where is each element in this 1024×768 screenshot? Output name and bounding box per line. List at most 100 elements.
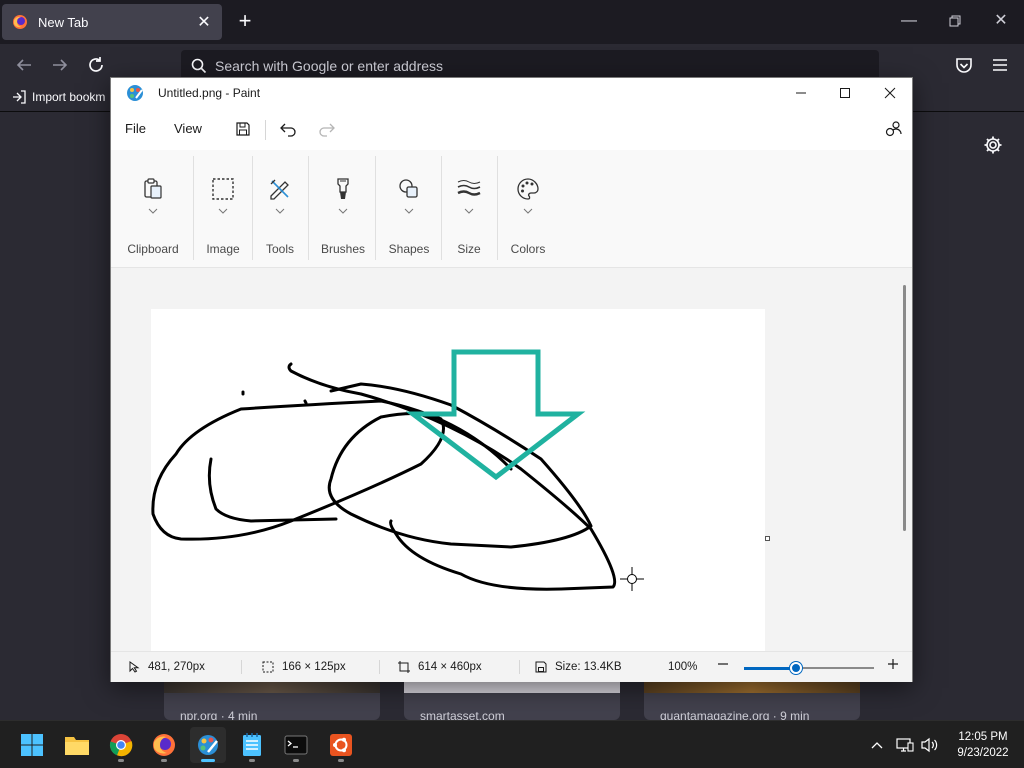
cursor-position: 481, 270px	[129, 661, 205, 673]
save-icon[interactable]	[232, 118, 254, 140]
palette-icon	[517, 178, 539, 200]
chevron-down-icon	[464, 208, 474, 214]
tile-caption: npr.org · 4 min	[180, 709, 258, 720]
drawing-canvas[interactable]	[151, 309, 765, 651]
running-indicator	[161, 759, 167, 762]
url-placeholder: Search with Google or enter address	[215, 58, 444, 74]
network-icon[interactable]	[895, 735, 915, 755]
chevron-down-icon	[148, 208, 158, 214]
ribbon-group-brushes[interactable]: Brushes	[313, 150, 373, 268]
chevron-up-icon	[871, 742, 883, 749]
paint-minimize-icon[interactable]	[778, 78, 824, 108]
close-window-icon[interactable]: ✕	[990, 10, 1012, 32]
new-tab-button[interactable]: +	[234, 10, 256, 32]
system-clock[interactable]: 12:05 PM 9/23/2022	[948, 729, 1018, 761]
canvas-size-icon	[398, 661, 410, 673]
taskbar-ubuntu[interactable]	[323, 727, 359, 763]
ribbon-group-clipboard[interactable]: Clipboard	[121, 150, 185, 268]
selection-size-icon	[262, 661, 274, 673]
view-menu[interactable]: View	[174, 121, 202, 136]
paint-titlebar[interactable]: Untitled.png - Paint	[111, 78, 912, 108]
restore-icon[interactable]	[944, 10, 966, 32]
zoom-level: 100%	[668, 661, 697, 673]
stroke-size-icon	[457, 180, 481, 196]
vertical-scrollbar[interactable]	[903, 285, 906, 531]
import-bookmarks-label: Import bookm	[32, 90, 106, 104]
zoom-out-button[interactable]	[717, 658, 737, 670]
top-site-tile-3[interactable]: quantamagazine.org · 9 min	[644, 681, 860, 720]
forward-icon[interactable]	[49, 54, 71, 76]
taskbar-chrome[interactable]	[103, 727, 139, 763]
pointer-icon	[129, 661, 140, 673]
ribbon-group-image[interactable]: Image	[195, 150, 251, 268]
toolbar-separator	[265, 120, 266, 140]
canvas-drawing	[151, 349, 644, 591]
top-site-tile-2[interactable]: smartasset.com	[404, 681, 620, 720]
tile-thumbnail	[164, 681, 380, 693]
back-icon[interactable]	[13, 54, 35, 76]
tile-thumbnail	[644, 681, 860, 693]
firefox-icon	[153, 734, 175, 756]
ribbon-separator	[441, 156, 442, 260]
notepad-icon	[243, 733, 261, 756]
zoom-slider-thumb[interactable]	[790, 662, 802, 674]
zoom-slider[interactable]	[744, 662, 874, 674]
import-icon	[13, 90, 26, 104]
zoom-level-value: 100%	[668, 661, 698, 673]
ribbon-group-shapes[interactable]: Shapes	[379, 150, 439, 268]
chevron-down-icon	[275, 208, 285, 214]
paint-close-icon[interactable]	[867, 78, 913, 108]
ribbon-group-colors[interactable]: Colors	[501, 150, 555, 268]
gear-icon[interactable]	[983, 135, 1003, 155]
taskbar-paint[interactable]	[190, 727, 226, 763]
running-indicator	[118, 759, 124, 762]
browser-tab-strip: New Tab ✕ + — ✕	[0, 0, 1024, 44]
undo-icon[interactable]	[277, 118, 299, 140]
firefox-icon	[13, 15, 27, 29]
paint-ribbon: Clipboard Image Tools Brushes Shapes Siz…	[111, 150, 912, 268]
ribbon-label: Image	[206, 242, 240, 256]
volume-icon[interactable]	[919, 735, 939, 755]
redo-icon[interactable]	[316, 118, 338, 140]
taskbar-file-explorer[interactable]	[59, 727, 95, 763]
zoom-in-button[interactable]	[887, 658, 907, 670]
canvas-size-value: 614 × 460px	[418, 661, 482, 673]
paint-window-title: Untitled.png - Paint	[158, 86, 261, 100]
ribbon-group-size[interactable]: Size	[443, 150, 495, 268]
import-bookmarks-link[interactable]: Import bookm	[12, 90, 105, 104]
ribbon-separator	[497, 156, 498, 260]
paint-maximize-icon[interactable]	[822, 78, 868, 108]
pocket-icon[interactable]	[953, 54, 975, 76]
minus-icon	[718, 663, 728, 665]
status-separator	[241, 660, 242, 674]
selection-size-value: 166 × 125px	[282, 661, 346, 673]
ribbon-separator	[308, 156, 309, 260]
top-site-tile-1[interactable]: npr.org · 4 min	[164, 681, 380, 720]
selection-icon	[212, 178, 234, 200]
canvas-resize-handle[interactable]	[765, 536, 770, 541]
paint-statusbar: 481, 270px 166 × 125px 614 × 460px Size:…	[111, 651, 912, 682]
ribbon-separator	[375, 156, 376, 260]
ubuntu-icon	[330, 734, 352, 756]
clock-date: 9/23/2022	[957, 747, 1009, 759]
start-button[interactable]	[14, 727, 50, 763]
taskbar-notepad[interactable]	[234, 727, 270, 763]
file-explorer-icon	[65, 737, 89, 755]
taskbar-firefox[interactable]	[146, 727, 182, 763]
file-menu[interactable]: File	[125, 121, 146, 136]
menu-icon[interactable]	[989, 54, 1011, 76]
account-icon[interactable]	[883, 118, 905, 140]
browser-tab-new-tab[interactable]: New Tab ✕	[2, 4, 222, 40]
show-hidden-icons[interactable]	[867, 735, 887, 755]
tile-caption: quantamagazine.org · 9 min	[660, 709, 810, 720]
minimize-icon[interactable]: —	[898, 10, 920, 32]
running-indicator	[338, 759, 344, 762]
taskbar-terminal[interactable]	[278, 727, 314, 763]
close-tab-icon[interactable]: ✕	[196, 12, 212, 32]
clipboard-icon	[144, 178, 162, 199]
paint-window: Untitled.png - Paint File View Clipboard	[110, 77, 913, 682]
file-size: Size: 13.4KB	[535, 661, 621, 673]
reload-icon[interactable]	[85, 54, 107, 76]
brush-icon	[337, 178, 349, 199]
ribbon-group-tools[interactable]: Tools	[254, 150, 306, 268]
